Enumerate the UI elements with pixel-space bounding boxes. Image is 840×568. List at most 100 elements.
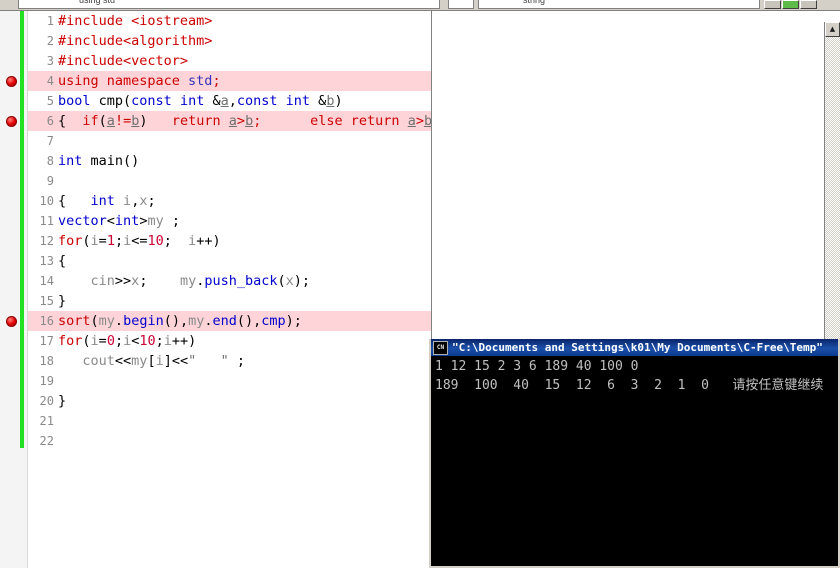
code-token: ( bbox=[82, 333, 91, 349]
line-number: 18 bbox=[39, 354, 54, 368]
code-token: i bbox=[90, 233, 99, 249]
line-text: for(i=1;i<=10; i++) bbox=[54, 231, 221, 251]
breakpoint-dot[interactable] bbox=[6, 76, 17, 87]
tab-string[interactable]: string bbox=[478, 0, 760, 9]
code-line[interactable]: 9 bbox=[28, 171, 431, 191]
code-editor[interactable]: 1 #include <iostream> 2 #include<algorithm>… bbox=[0, 11, 432, 568]
code-token: if bbox=[82, 113, 99, 129]
code-token: int bbox=[90, 193, 115, 209]
line-number: 11 bbox=[39, 214, 54, 228]
code-line[interactable]: 3 #include<vector> bbox=[28, 51, 431, 71]
code-token: , bbox=[228, 93, 237, 109]
code-token: begin bbox=[123, 313, 164, 329]
code-token: a bbox=[228, 113, 237, 129]
code-line[interactable]: 5 bool cmp(const int &a,const int &b) bbox=[28, 91, 431, 111]
code-line[interactable]: 7 bbox=[28, 131, 431, 151]
code-token: int bbox=[179, 93, 205, 109]
code-token: const bbox=[236, 93, 278, 109]
code-token: a bbox=[220, 93, 229, 109]
code-token: ( bbox=[90, 313, 99, 329]
code-token: (), bbox=[236, 313, 262, 329]
breakpoint-dot[interactable] bbox=[6, 116, 17, 127]
code-line[interactable]: 19 bbox=[28, 371, 431, 391]
line-number: 6 bbox=[46, 114, 54, 128]
code-token: cmp bbox=[261, 313, 286, 329]
code-line[interactable]: 20} bbox=[28, 391, 431, 411]
code-token: for bbox=[58, 233, 83, 249]
close-button[interactable] bbox=[800, 0, 817, 9]
code-token: = bbox=[98, 233, 107, 249]
console-titlebar[interactable]: CN "C:\Documents and Settings\k01\My Doc… bbox=[431, 339, 838, 356]
code-line[interactable]: 6{ if(a!=b) return a>b; else return a>b … bbox=[28, 111, 432, 131]
code-token: ++) bbox=[171, 333, 197, 349]
breakpoint-dot[interactable] bbox=[6, 316, 17, 327]
line-number: 7 bbox=[46, 134, 54, 148]
code-token: <iostream> bbox=[131, 13, 213, 29]
line-text: { if(a!=b) return a>b; else return a>b ;… bbox=[54, 111, 432, 131]
code-token: [ bbox=[147, 353, 156, 369]
code-token: ); bbox=[293, 273, 311, 289]
line-text: #include<algorithm> bbox=[54, 31, 212, 51]
line-number: 15 bbox=[39, 294, 54, 308]
code-line[interactable]: 2 #include<algorithm> bbox=[28, 31, 431, 51]
code-token: << bbox=[171, 353, 189, 369]
line-text: } bbox=[54, 391, 66, 411]
tab-separator-small[interactable] bbox=[448, 0, 474, 9]
code-line[interactable]: 18 cout<<my[i]<<" " ; bbox=[28, 351, 431, 371]
minimize-button[interactable] bbox=[764, 0, 781, 9]
code-token: my bbox=[179, 273, 197, 289]
code-line[interactable]: 1 #include <iostream> bbox=[28, 11, 431, 31]
code-line[interactable]: 13 { bbox=[28, 251, 431, 271]
code-token: i bbox=[163, 333, 172, 349]
code-line[interactable]: 11 vector<int>my ; bbox=[28, 211, 431, 231]
line-number: 12 bbox=[39, 234, 54, 248]
code-line[interactable]: 4 using namespace std; bbox=[28, 71, 431, 91]
code-token: . bbox=[114, 313, 124, 329]
maximize-button[interactable] bbox=[782, 0, 799, 9]
code-token: ) bbox=[334, 93, 343, 109]
code-token: (), bbox=[163, 313, 189, 329]
code-token: <= bbox=[131, 233, 148, 249]
tab-using-std[interactable]: using std bbox=[18, 0, 440, 9]
vertical-scrollbar[interactable]: ▲ bbox=[824, 22, 840, 350]
scroll-up-button[interactable]: ▲ bbox=[825, 22, 840, 37]
code-token: int bbox=[114, 213, 140, 229]
code-token: #include bbox=[58, 13, 132, 29]
line-text: #include<vector> bbox=[54, 51, 188, 71]
code-token: ( bbox=[98, 113, 107, 129]
code-lines-container[interactable]: 1 #include <iostream> 2 #include<algorithm>… bbox=[28, 11, 432, 568]
code-token: push_back bbox=[204, 273, 278, 289]
code-token: = bbox=[98, 333, 107, 349]
code-line[interactable]: 21 bbox=[28, 411, 431, 431]
line-text: int main() bbox=[54, 151, 139, 171]
code-token: b bbox=[423, 113, 432, 129]
code-token: << bbox=[114, 353, 132, 369]
code-line[interactable]: 12 for(i=1;i<=10; i++) bbox=[28, 231, 431, 251]
line-number: 8 bbox=[46, 154, 54, 168]
code-line[interactable]: 14 cin>>x; my.push_back(x); bbox=[28, 271, 431, 291]
line-number: 5 bbox=[46, 94, 54, 108]
line-text: { bbox=[54, 251, 66, 271]
line-number: 13 bbox=[39, 254, 54, 268]
code-line[interactable]: 17 for(i=0;i<10;i++) bbox=[28, 331, 431, 351]
code-token: & bbox=[204, 93, 221, 109]
line-text: vector<int>my ; bbox=[54, 211, 180, 231]
code-token: #include<algorithm> bbox=[58, 33, 213, 49]
code-line[interactable]: 16 sort(my.begin(),my.end(),cmp); bbox=[28, 311, 431, 331]
tab-using-std-label: using std bbox=[79, 0, 116, 5]
line-number: 3 bbox=[46, 54, 54, 68]
code-token: vector bbox=[58, 213, 107, 229]
console-icon: CN bbox=[433, 340, 448, 355]
console-window[interactable]: CN "C:\Documents and Settings\k01\My Doc… bbox=[429, 339, 840, 568]
code-line[interactable]: 8 int main() bbox=[28, 151, 431, 171]
code-token: bool bbox=[58, 93, 91, 109]
line-number: 16 bbox=[39, 314, 54, 328]
code-line[interactable]: 15} bbox=[28, 291, 431, 311]
code-line[interactable]: 10{ int i,x; bbox=[28, 191, 431, 211]
line-number: 9 bbox=[46, 174, 54, 188]
code-token: x bbox=[285, 273, 294, 289]
code-line[interactable]: 22 bbox=[28, 431, 431, 451]
line-text: cout<<my[i]<<" " ; bbox=[54, 351, 245, 371]
